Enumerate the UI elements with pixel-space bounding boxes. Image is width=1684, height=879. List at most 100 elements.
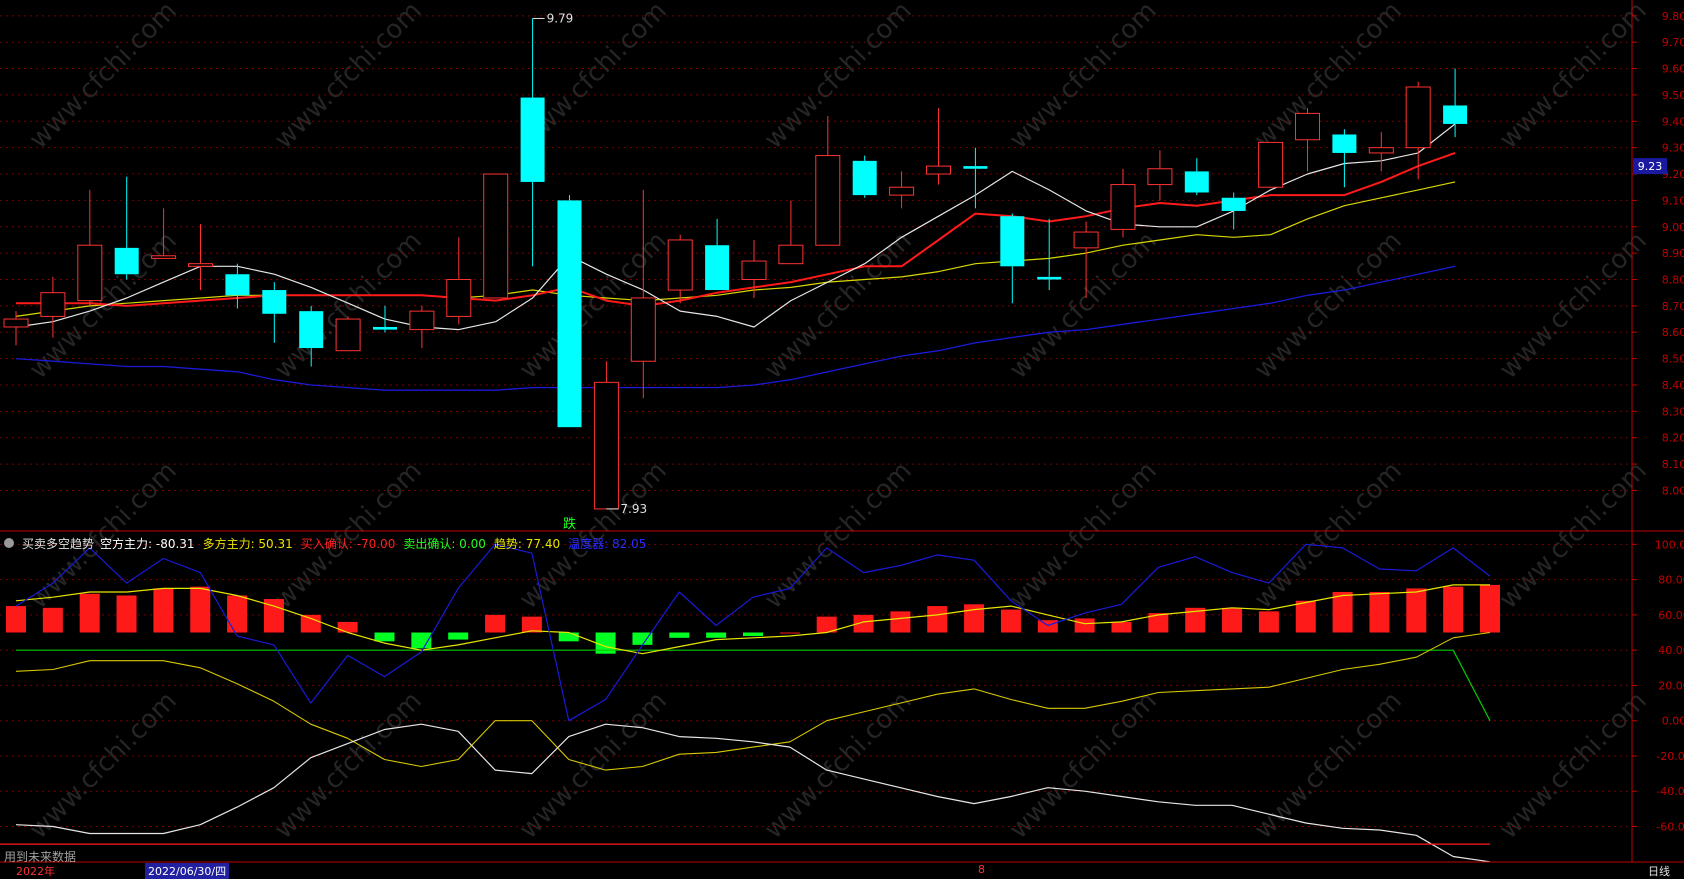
candle-body-up	[1073, 231, 1099, 249]
candle-body-down	[557, 200, 582, 428]
candle-body-up	[1368, 147, 1394, 154]
candle-body-up	[151, 255, 177, 259]
indicator-bar-up	[79, 593, 100, 633]
candle-body-down	[1184, 171, 1209, 193]
price-tick-label: 9.50	[1662, 89, 1684, 102]
indicator-bar-down	[374, 632, 395, 642]
legend-item: 卖出确认: 0.00	[403, 536, 486, 551]
indicator-tick-label: 40.00	[1658, 644, 1684, 657]
indicator-bar-up	[116, 595, 137, 633]
candle-body-down	[1443, 105, 1468, 124]
indicator-bar-up	[890, 611, 911, 633]
indicator-bar-up	[927, 606, 948, 633]
watermark-layer: www.cfchi.com www.cfchi.com www.cfchi.com w…	[24, 0, 1653, 845]
indicator-bar-up	[1480, 584, 1500, 633]
candle-body-down	[262, 290, 287, 314]
candle-body-down	[1221, 197, 1246, 211]
candle-body-down	[520, 97, 545, 182]
watermark-text: www.cfchi.com	[759, 456, 918, 615]
year-label: 2022年	[16, 865, 55, 878]
candle-body-up	[3, 318, 29, 328]
indicator-bar-up	[6, 606, 26, 633]
indicator-bar-up	[1074, 618, 1095, 633]
indicator-bar-up	[300, 614, 321, 633]
indicator-bar-up	[153, 588, 174, 633]
price-tick-label: 8.70	[1662, 300, 1684, 313]
price-tick-label: 8.90	[1662, 247, 1684, 260]
watermark-text: www.cfchi.com	[1004, 686, 1163, 845]
indicator-bar-up	[190, 586, 211, 633]
price-tick-label: 8.40	[1662, 379, 1684, 392]
price-tick-label: 9.60	[1662, 63, 1684, 76]
indicator-bar-down	[558, 632, 579, 642]
candle-body-up	[778, 244, 804, 265]
period-label[interactable]: 日线	[1648, 863, 1670, 879]
watermark-text: www.cfchi.com	[1494, 456, 1653, 615]
indicator-bar-up	[1332, 591, 1353, 633]
price-tick-label: 8.10	[1662, 458, 1684, 471]
candle-body-up	[1147, 168, 1173, 186]
watermark-text: www.cfchi.com	[759, 0, 918, 155]
candle-body-up	[483, 173, 509, 299]
candle-body-up	[1405, 86, 1431, 149]
candle-body-up	[815, 155, 841, 246]
candle-body-up	[593, 381, 619, 510]
price-tick-label: 8.30	[1662, 405, 1684, 418]
indicator-bar-up	[1222, 607, 1243, 633]
watermark-text: www.cfchi.com	[269, 686, 428, 845]
legend-item: 多方主力: 50.31	[202, 536, 293, 551]
candle-body-up	[926, 165, 951, 175]
price-tick-label: 9.40	[1662, 115, 1684, 128]
candle-body-up	[446, 279, 472, 317]
sell-confirm-line	[16, 649, 1491, 721]
candle-body-up	[77, 244, 103, 302]
candle-body-up	[1258, 141, 1284, 188]
indicator-bar-down	[669, 632, 690, 638]
price-tick-label: 8.50	[1662, 353, 1684, 366]
candle-body-down	[852, 160, 877, 196]
last-price-label: 9.23	[1638, 160, 1663, 173]
candle-body-up	[188, 263, 213, 267]
watermark-text: www.cfchi.com	[1249, 0, 1408, 155]
moving-average-lines	[15, 123, 1456, 391]
indicator-bar-up	[227, 595, 248, 633]
candle-body-down	[1000, 216, 1025, 267]
candle-body-up	[667, 239, 693, 291]
indicator-tick-label: 20.00	[1658, 679, 1684, 692]
price-axis: 8.00 8.10 8.20 8.30 8.40 8.50 8.60 8.70 8.80 8.90…	[0, 0, 1684, 863]
indicator-tick-label: 80.00	[1658, 574, 1684, 587]
indicator-tick-label: 60.00	[1658, 609, 1684, 622]
indicator-legend: 买卖多空趋势 空方主力: -80.31 多方主力: 50.31 买入确认: -70.…	[4, 534, 646, 552]
indicator-title: 买卖多空趋势	[22, 536, 95, 551]
indicator-bar-up	[485, 614, 506, 633]
watermark-text: www.cfchi.com	[1249, 456, 1408, 615]
legend-item: 空方主力: -80.31	[100, 536, 195, 551]
candle-body-down	[705, 245, 730, 291]
indicator-bar-up	[521, 616, 542, 633]
candle-body-up	[409, 310, 435, 331]
indicator-tick-label: -20.00	[1656, 750, 1684, 763]
max-price-label: 9.79	[547, 11, 574, 25]
signal-label: 跌	[563, 516, 576, 532]
indicator-bar-down	[706, 632, 727, 638]
indicator-bar-up	[1369, 591, 1390, 633]
watermark-text: www.cfchi.com	[759, 686, 918, 845]
candle-body-up	[1110, 184, 1136, 230]
indicator-legend-items: 空方主力: -80.31 多方主力: 50.31 买入确认: -70.00 卖出确认:…	[100, 535, 646, 552]
indicator-menu-icon[interactable]	[4, 538, 14, 548]
candlestick-series[interactable]	[3, 18, 1468, 510]
candle-body-up	[1295, 112, 1320, 141]
indicator-bar-up	[337, 621, 358, 633]
watermark-text: www.cfchi.com	[1004, 456, 1163, 615]
min-price-label: 7.93	[620, 502, 647, 516]
watermark-text: www.cfchi.com	[514, 686, 673, 845]
indicator-bar-up	[42, 607, 63, 633]
watermark-text: www.cfchi.com	[1249, 686, 1408, 845]
indicator-bar-up	[779, 632, 800, 634]
candle-body-down	[299, 311, 324, 349]
candle-body-up	[741, 260, 767, 281]
cursor-date: 2022/06/30/四	[145, 863, 230, 879]
watermark-text: www.cfchi.com	[24, 0, 183, 155]
candle-body-up	[335, 318, 361, 352]
watermark-text: www.cfchi.com	[1494, 0, 1653, 155]
